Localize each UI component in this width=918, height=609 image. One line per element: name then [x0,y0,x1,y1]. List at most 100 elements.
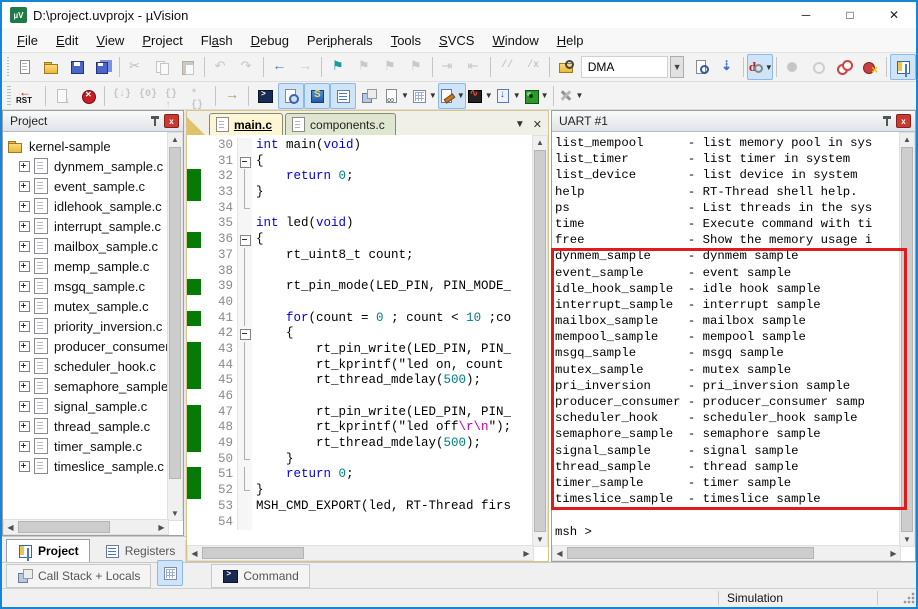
menu-tools[interactable]: Tools [382,30,430,51]
tree-item[interactable]: thread_sample.c [7,416,169,436]
menu-help[interactable]: Help [548,30,593,51]
editor-tab-main-c[interactable]: main.c [209,113,284,135]
incremental-find-button[interactable] [714,54,740,80]
fold-margin[interactable] [237,294,252,311]
dropdown-caret-icon[interactable]: ▼ [401,91,409,100]
memory-window-button[interactable] [157,560,184,586]
system-viewer-button[interactable]: ▼ [522,83,550,109]
fold-margin[interactable] [237,310,252,327]
code-line[interactable]: 35 int led(void) [187,216,534,233]
bookmark-clear-button[interactable] [403,54,429,80]
tree-item[interactable]: memp_sample.c [7,256,169,276]
dropdown-caret-icon[interactable]: ▼ [429,91,437,100]
dropdown-caret-icon[interactable]: ▼ [541,91,549,100]
expand-plus-icon[interactable] [19,280,30,292]
tree-item[interactable]: priority_inversion.c [7,316,169,336]
code-line[interactable]: 54 [187,514,534,531]
step-out-button[interactable] [160,83,186,111]
tab-registers[interactable]: Registers [94,540,187,562]
fold-margin[interactable] [237,389,252,405]
code-line[interactable]: 38 [187,263,534,280]
menu-debug[interactable]: Debug [242,30,298,51]
reset-button[interactable] [14,83,42,109]
open-file-button[interactable] [38,54,64,80]
call-stack-tab[interactable]: Call Stack + Locals [6,564,152,588]
tree-item[interactable]: timeslice_sample.c [7,456,169,476]
menu-view[interactable]: View [87,30,133,51]
expand-plus-icon[interactable] [19,420,30,432]
tab-close-icon[interactable]: ✕ [533,118,542,131]
toolbar-grip[interactable] [7,57,10,77]
registers-window-button[interactable] [330,82,356,109]
pin-icon[interactable] [882,115,892,127]
run-button[interactable] [49,83,75,109]
scroll-left-icon[interactable]: ◀ [4,520,17,534]
fold-margin[interactable] [237,483,252,499]
expand-plus-icon[interactable] [19,460,30,472]
expand-plus-icon[interactable] [19,180,30,192]
tree-item[interactable]: timer_sample.c [7,436,169,456]
uart-close-icon[interactable]: x [896,114,911,128]
fold-margin[interactable] [237,138,252,154]
indent-button[interactable] [435,54,461,80]
scroll-down-icon[interactable]: ▼ [168,507,182,520]
code-line[interactable]: 53 MSH_CMD_EXPORT(led, RT-Thread firs [187,498,534,515]
tree-item[interactable]: signal_sample.c [7,396,169,416]
code-line[interactable]: 52} [187,483,534,499]
expand-plus-icon[interactable] [19,440,30,452]
navigate-back-button[interactable] [266,54,292,80]
bookmark-next-button[interactable] [351,54,377,80]
fold-margin[interactable] [237,341,252,358]
code-line[interactable]: 33} [187,185,534,201]
code-line[interactable]: 45 rt_thread_mdelay(500); [187,373,534,389]
fold-margin[interactable] [237,451,252,468]
uart-terminal[interactable]: list_mempool - list memory pool in sys li… [552,132,901,547]
fold-collapse-icon[interactable] [240,329,251,341]
call-stack-window-button[interactable] [356,83,382,109]
fold-margin[interactable] [237,247,252,264]
tree-item[interactable]: scheduler_hook.c [7,356,169,376]
run-to-line-button[interactable] [186,83,212,111]
find-text-input[interactable]: DMA [580,56,668,78]
menu-window[interactable]: Window [483,30,547,51]
code-line[interactable]: 42 { [187,326,534,342]
menu-flash[interactable]: Flash [192,30,242,51]
show-next-statement-button[interactable] [219,83,245,109]
paste-button[interactable] [175,54,201,80]
combo-dropdown-button[interactable]: ▼ [669,56,685,78]
menu-file[interactable]: File [8,30,47,51]
tab-project[interactable]: Project [6,539,90,562]
scroll-up-icon[interactable]: ▲ [168,133,182,146]
find-in-files-dialog-button[interactable] [688,54,714,80]
fold-margin[interactable] [237,185,252,201]
step-button[interactable] [108,83,134,109]
fold-margin[interactable] [237,169,252,186]
enable-breakpoint-button[interactable] [805,54,831,80]
tab-list-icon[interactable]: ▼ [515,119,525,130]
code-line[interactable]: 32 return 0; [187,169,534,186]
undo-button[interactable] [208,54,234,80]
expand-plus-icon[interactable] [19,340,30,352]
command-window-button[interactable] [252,83,278,109]
dropdown-caret-icon[interactable]: ▼ [765,63,773,72]
save-button[interactable] [64,54,90,80]
fold-margin[interactable] [237,498,252,515]
expand-plus-icon[interactable] [19,380,30,392]
tree-item[interactable]: event_sample.c [7,176,169,196]
scroll-left-icon[interactable]: ◀ [553,546,566,560]
project-tree-vscrollbar[interactable]: ▲ ▼ [167,132,183,521]
expand-plus-icon[interactable] [19,320,30,332]
command-tab[interactable]: Command [211,564,310,588]
menu-edit[interactable]: Edit [47,30,87,51]
navigate-forward-button[interactable] [292,54,318,80]
fold-margin[interactable] [237,436,252,452]
new-file-button[interactable] [12,54,38,80]
fold-margin[interactable] [237,373,252,389]
scroll-right-icon[interactable]: ▶ [887,546,900,560]
code-line[interactable]: 49 rt_thread_mdelay(500); [187,436,534,452]
toolbar-grip[interactable] [7,85,11,106]
scroll-left-icon[interactable]: ◀ [188,546,201,560]
code-line[interactable]: 43 rt_pin_write(LED_PIN, PIN_ [187,341,534,358]
fold-margin[interactable] [237,216,252,233]
project-close-icon[interactable]: x [164,114,179,128]
